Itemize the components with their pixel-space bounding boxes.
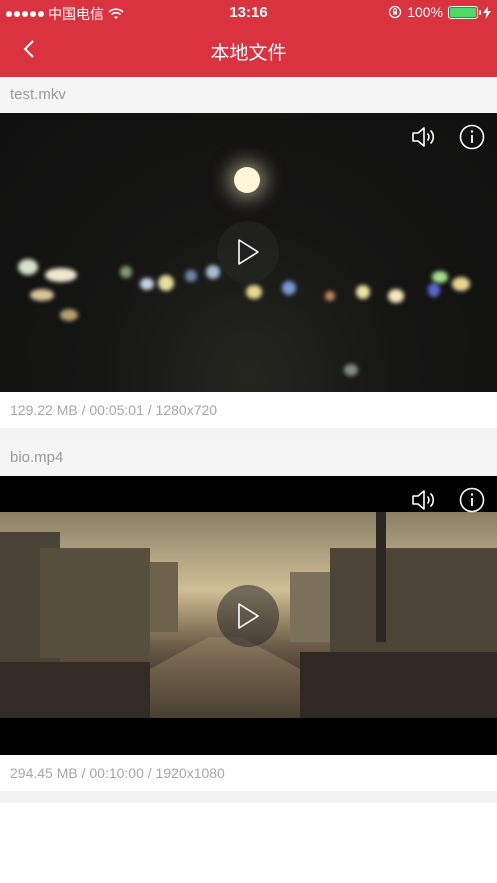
app-header: 中国电信 13:16 100% 本地文件	[0, 0, 497, 77]
scene-pole	[376, 512, 386, 642]
divider	[0, 428, 497, 440]
scene-light	[60, 309, 78, 321]
scene-light	[185, 270, 197, 282]
scene-light	[325, 291, 335, 301]
info-button[interactable]	[459, 124, 485, 155]
scene-light	[452, 277, 470, 291]
play-button[interactable]	[217, 221, 279, 283]
file-info-2: 294.45 MB / 00:10:00 / 1920x1080	[0, 755, 497, 791]
volume-icon	[412, 127, 435, 147]
scene-light	[432, 271, 448, 283]
scene-light	[45, 268, 77, 282]
status-bar: 中国电信 13:16 100%	[0, 0, 497, 26]
scene-light	[18, 259, 38, 275]
page-title: 本地文件	[210, 43, 287, 64]
volume-icon	[412, 490, 435, 510]
scene-moon	[234, 167, 260, 193]
scene-light	[356, 285, 370, 299]
divider	[0, 791, 497, 803]
file-name-1: test.mkv	[0, 77, 497, 113]
play-icon	[238, 603, 259, 629]
scene-light	[140, 278, 154, 290]
scene-light	[158, 275, 174, 291]
scene-light	[246, 285, 262, 299]
scene-light	[428, 283, 440, 297]
info-icon	[459, 487, 485, 513]
info-button[interactable]	[459, 487, 485, 518]
battery-percent: 100%	[407, 4, 443, 20]
scene-rubble	[300, 652, 497, 718]
scene-light	[206, 265, 220, 279]
scene-light	[282, 281, 296, 295]
status-right: 100%	[388, 4, 491, 20]
scene-light	[388, 289, 404, 303]
scene-building	[330, 548, 497, 668]
scene-light	[120, 266, 132, 278]
scene-light	[344, 364, 358, 376]
battery-icon	[448, 5, 481, 19]
scene-building	[150, 562, 178, 632]
scene-rubble	[0, 662, 150, 718]
file-name-2: bio.mp4	[0, 440, 497, 476]
volume-button[interactable]	[411, 125, 437, 154]
video-player-2[interactable]	[0, 476, 497, 755]
scene-building	[40, 548, 150, 658]
charging-icon	[483, 5, 491, 19]
info-icon	[459, 124, 485, 150]
video-player-1[interactable]	[0, 113, 497, 392]
orientation-lock-icon	[389, 5, 402, 19]
file-info-1: 129.22 MB / 00:05:01 / 1280x720	[0, 392, 497, 428]
volume-button[interactable]	[411, 488, 437, 517]
scene-light	[30, 289, 54, 301]
play-button[interactable]	[217, 585, 279, 647]
play-icon	[238, 239, 259, 265]
scene-building	[290, 572, 330, 642]
